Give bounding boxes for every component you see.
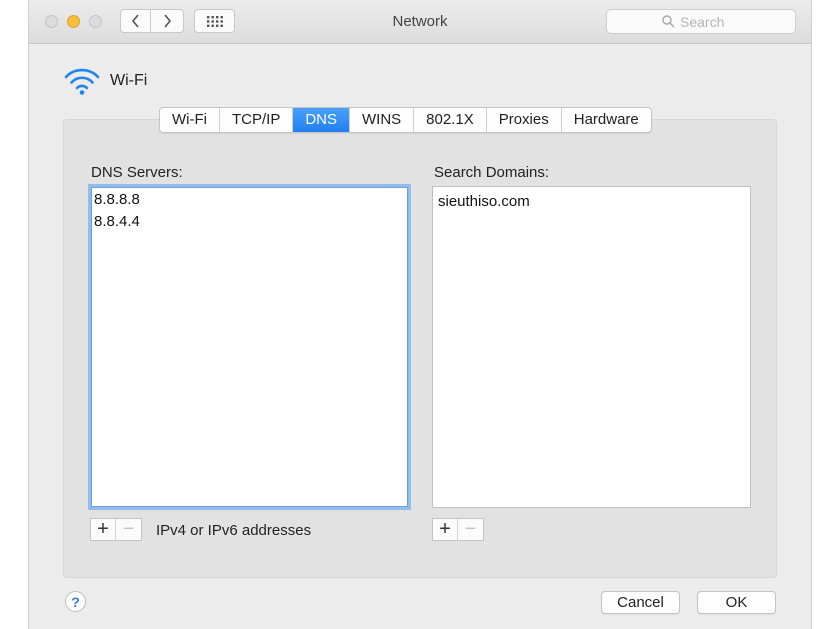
cancel-button[interactable]: Cancel bbox=[601, 591, 680, 614]
dns-servers-label: DNS Servers: bbox=[91, 164, 183, 181]
domains-add-remove-control: + − bbox=[432, 518, 484, 541]
title-bar: Network bbox=[29, 0, 811, 44]
help-button[interactable]: ? bbox=[65, 591, 86, 612]
interface-name: Wi-Fi bbox=[110, 72, 148, 89]
tab-wins[interactable]: WINS bbox=[350, 108, 415, 132]
search-domains-label: Search Domains: bbox=[434, 164, 550, 181]
remove-search-domain-button[interactable]: − bbox=[458, 518, 483, 540]
add-dns-server-button[interactable]: + bbox=[91, 518, 116, 540]
remove-dns-server-button[interactable]: − bbox=[116, 518, 141, 540]
add-search-domain-button[interactable]: + bbox=[433, 518, 458, 540]
tab-tcpip[interactable]: TCP/IP bbox=[220, 108, 294, 132]
list-item[interactable]: sieuthiso.com bbox=[433, 191, 750, 213]
tab-wifi[interactable]: Wi-Fi bbox=[160, 108, 220, 132]
interface-header: Wi-Fi bbox=[63, 67, 147, 95]
tab-hardware[interactable]: Hardware bbox=[562, 108, 651, 132]
list-item[interactable]: 8.8.4.4 bbox=[91, 211, 408, 233]
dns-hint: IPv4 or IPv6 addresses bbox=[156, 522, 312, 539]
dns-servers-list[interactable]: 8.8.8.8 8.8.4.4 bbox=[88, 184, 411, 510]
search-domains-list[interactable]: sieuthiso.com bbox=[432, 186, 751, 508]
search-input[interactable] bbox=[680, 13, 740, 30]
list-item[interactable]: 8.8.8.8 bbox=[91, 189, 408, 211]
tab-proxies[interactable]: Proxies bbox=[487, 108, 562, 132]
tab-8021x[interactable]: 802.1X bbox=[414, 108, 487, 132]
search-icon bbox=[662, 15, 675, 28]
search-field[interactable] bbox=[606, 9, 796, 34]
dns-add-remove-control: + − bbox=[90, 518, 142, 541]
tab-bar: Wi-Fi TCP/IP DNS WINS 802.1X Proxies Har… bbox=[159, 107, 652, 133]
network-window: Network Wi-Fi Wi-Fi TCP/IP DNS WINS 802.… bbox=[28, 0, 812, 629]
tab-dns[interactable]: DNS bbox=[293, 108, 350, 132]
wifi-icon bbox=[64, 68, 100, 95]
ok-button[interactable]: OK bbox=[697, 591, 776, 614]
